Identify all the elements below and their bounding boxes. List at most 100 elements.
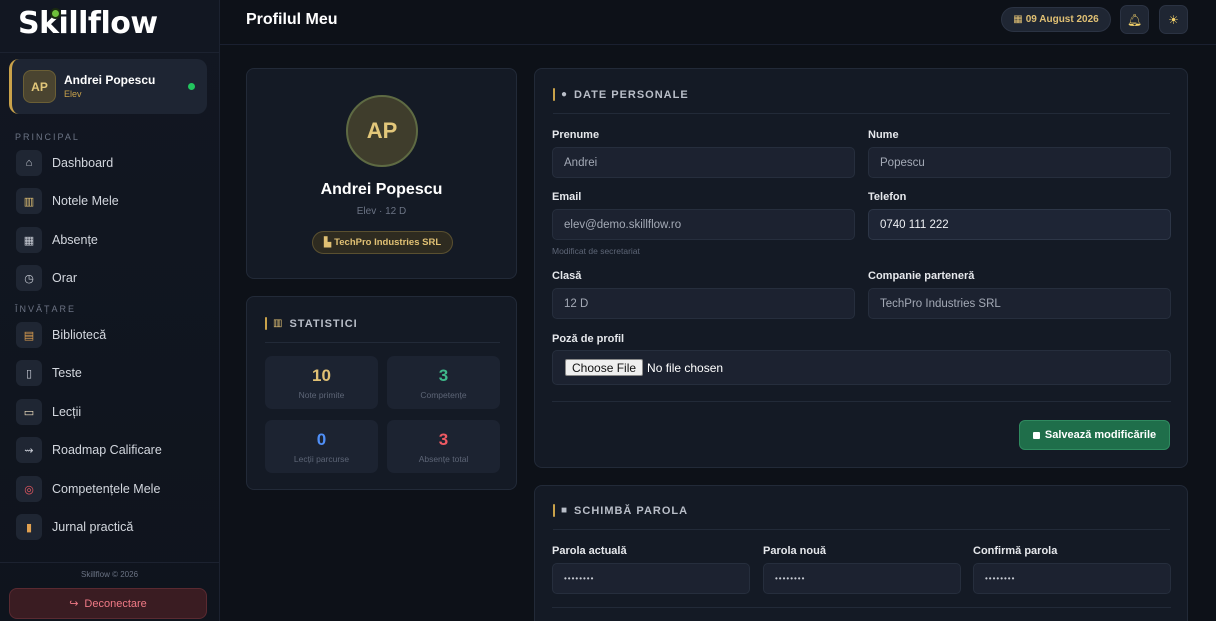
new-password-field[interactable]: •••••••• <box>763 563 961 594</box>
profile-name: Andrei Popescu <box>320 181 443 198</box>
grades-chart-icon: ▥ <box>16 188 42 214</box>
sidebar-item-label: Jurnal practică <box>52 520 134 534</box>
company-name: TechPro Industries SRL <box>334 237 442 248</box>
phone-field[interactable]: 0740 111 222 <box>868 209 1171 240</box>
profile-avatar: AP <box>346 95 418 167</box>
sidebar-item-label: Absențe <box>52 233 98 247</box>
user-card[interactable]: AP Andrei Popescu Elev <box>9 59 207 114</box>
logout-button[interactable]: ↪ Deconectare <box>9 588 207 619</box>
change-password-title: SCHIMBĂ PAROLA <box>574 504 689 517</box>
calendar-icon: ▦ <box>16 227 42 253</box>
save-button[interactable]: Salvează modificările <box>1019 420 1170 450</box>
sidebar-item-biblioteca[interactable]: ▤ Bibliotecă <box>16 321 206 349</box>
sun-icon: ☀ <box>1168 12 1179 27</box>
divider <box>265 342 500 343</box>
sidebar-item-absente[interactable]: ▦ Absențe <box>16 226 206 254</box>
email-field[interactable]: elev@demo.skillflow.ro <box>552 209 855 240</box>
stats-card: ▥ STATISTICI 10 Note primite 3 Competenț… <box>246 296 517 490</box>
accent-bar <box>553 88 555 101</box>
map-icon: ⇝ <box>16 437 42 463</box>
app-logo[interactable]: Skillflow <box>18 6 158 41</box>
stat-value: 3 <box>438 366 449 385</box>
class-label: Clasă <box>552 270 582 282</box>
logout-label: Deconectare <box>84 597 147 610</box>
first-name-label: Prenume <box>552 129 600 141</box>
save-icon <box>1032 431 1040 439</box>
change-password-header: ■ SCHIMBĂ PAROLA <box>553 504 688 517</box>
email-note: Modificat de secretariat <box>552 246 640 256</box>
calendar-icon: ▦ <box>1013 14 1023 25</box>
section-label-principal: PRINCIPAL <box>15 132 80 142</box>
books-icon: ▤ <box>16 322 42 348</box>
section-label-invatare: ÎNVĂȚARE <box>15 304 77 314</box>
divider <box>553 113 1170 114</box>
bell-icon: 🔔︎ <box>1126 12 1143 27</box>
online-status-icon <box>188 83 195 90</box>
sidebar-item-notele-mele[interactable]: ▥ Notele Mele <box>16 187 206 215</box>
email-label: Email <box>552 191 582 203</box>
personal-data-card: ● DATE PERSONALE Prenume Andrei Nume Pop… <box>534 68 1188 468</box>
first-name-field[interactable]: Andrei <box>552 147 855 178</box>
sidebar-item-roadmap-calificare[interactable]: ⇝ Roadmap Calificare <box>16 436 206 464</box>
accent-bar <box>265 317 267 330</box>
profile-photo-label: Poză de profil <box>552 333 625 345</box>
company-label: Companie parteneră <box>868 270 975 282</box>
stat-value: 3 <box>438 430 449 449</box>
save-label: Salvează modificările <box>1044 429 1157 441</box>
class-field[interactable]: 12 D <box>552 288 855 319</box>
divider <box>0 52 219 53</box>
profile-photo-input: Choose File No file chosen <box>552 350 1171 385</box>
sidebar-item-label: Bibliotecă <box>52 328 107 342</box>
change-password-card: ■ SCHIMBĂ PAROLA Parola actuală ••••••••… <box>534 485 1188 621</box>
last-name-field[interactable]: Popescu <box>868 147 1171 178</box>
sidebar-item-dashboard[interactable]: ⌂ Dashboard <box>16 149 206 177</box>
phone-label: Telefon <box>868 191 907 203</box>
profile-subtitle: Elev · 12 D <box>356 206 407 217</box>
confirm-password-field[interactable]: •••••••• <box>973 563 1171 594</box>
accent-bar <box>553 504 555 517</box>
sidebar-item-lectii[interactable]: ▭ Lecții <box>16 398 206 426</box>
sidebar-item-label: Orar <box>52 271 77 285</box>
copyright: Skillflow © 2026 <box>80 570 139 579</box>
sidebar-item-label: Roadmap Calificare <box>52 443 162 457</box>
sidebar: Skillflow AP Andrei Popescu Elev PRINCIP… <box>0 0 220 621</box>
divider <box>552 607 1171 608</box>
company-field[interactable]: TechPro Industries SRL <box>868 288 1171 319</box>
sidebar-item-jurnal-practica[interactable]: ▮ Jurnal practică <box>16 513 206 541</box>
current-password-field[interactable]: •••••••• <box>552 563 750 594</box>
sidebar-item-label: Teste <box>52 366 82 380</box>
divider <box>552 401 1171 402</box>
current-password-label: Parola actuală <box>552 545 627 557</box>
choose-file-button[interactable]: Choose File <box>565 359 644 376</box>
target-icon: ◎ <box>16 476 42 502</box>
factory-icon: ▙ <box>323 237 332 248</box>
avatar: AP <box>23 70 56 103</box>
clock-icon: ◷ <box>16 265 42 291</box>
new-password-label: Parola nouă <box>763 545 826 557</box>
stat-label: Competențe <box>420 390 467 400</box>
sidebar-item-orar[interactable]: ◷ Orar <box>16 264 206 292</box>
date-badge: ▦ 09 August 2026 <box>1001 7 1111 32</box>
divider <box>0 562 219 563</box>
sidebar-item-label: Notele Mele <box>52 194 119 208</box>
file-status: No file chosen <box>647 360 724 375</box>
theme-toggle-button[interactable]: ☀ <box>1159 5 1188 34</box>
confirm-password-label: Confirmă parola <box>973 545 1058 557</box>
person-icon: ● <box>561 89 569 100</box>
open-book-icon: ▭ <box>16 399 42 425</box>
notifications-button[interactable]: 🔔︎ <box>1120 5 1149 34</box>
stats-header: ▥ STATISTICI <box>265 317 358 330</box>
personal-data-header: ● DATE PERSONALE <box>553 88 689 101</box>
sidebar-item-label: Lecții <box>52 405 82 419</box>
notebook-icon: ▮ <box>16 514 42 540</box>
sidebar-item-teste[interactable]: ▯ Teste <box>16 359 206 387</box>
profile-card: AP Andrei Popescu Elev · 12 D ▙ TechPro … <box>246 68 517 279</box>
stat-lectii-parcurse: 0 Lecții parcurse <box>265 420 378 473</box>
stat-label: Lecții parcurse <box>293 454 350 464</box>
company-badge: ▙ TechPro Industries SRL <box>312 231 453 254</box>
stat-note-primite: 10 Note primite <box>265 356 378 409</box>
divider <box>553 529 1170 530</box>
user-role: Elev <box>64 89 82 99</box>
page-title: Profilul Meu <box>246 11 338 28</box>
sidebar-item-competentele-mele[interactable]: ◎ Competențele Mele <box>16 475 206 503</box>
